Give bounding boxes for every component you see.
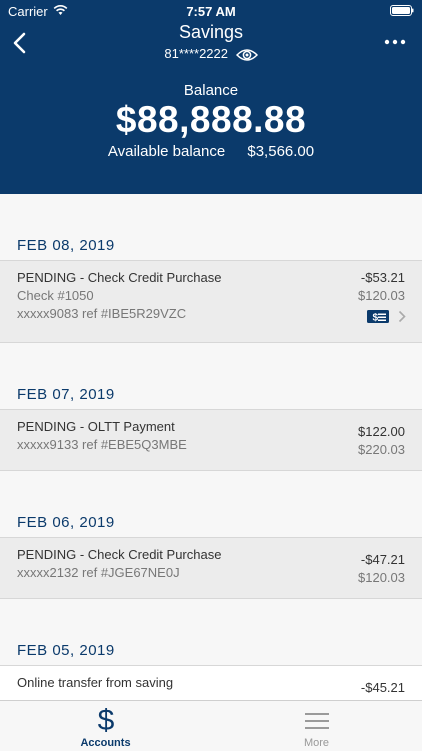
page-title: Savings <box>178 22 244 42</box>
transaction-row[interactable]: PENDING - OLTT Payment xxxxx9133 ref #EB… <box>0 409 422 471</box>
check-image-icon[interactable]: $ <box>367 310 389 323</box>
transaction-description: PENDING - Check Credit Purchase <box>17 547 222 562</box>
eye-icon[interactable] <box>235 48 258 62</box>
balance-label: Balance <box>183 82 239 99</box>
battery-icon <box>390 5 414 16</box>
chevron-right-icon <box>398 310 406 323</box>
transaction-running-balance: $220.03 <box>358 442 405 457</box>
transaction-reference: xxxxx2132 ref #JGE67NE0J <box>17 565 180 580</box>
transaction-row[interactable]: PENDING - Check Credit Purchase xxxxx213… <box>0 537 422 599</box>
transaction-amount: $122.00 <box>358 424 405 439</box>
transaction-amount: -$53.21 <box>360 270 405 285</box>
transaction-running-balance: $120.03 <box>358 288 405 303</box>
transaction-description: Online transfer from saving <box>17 675 174 690</box>
more-options-icon[interactable] <box>384 38 406 46</box>
available-balance-label: Available balance <box>107 143 226 160</box>
transaction-row[interactable]: Online transfer from saving -$45.21 <box>0 665 422 700</box>
transaction-check-number: Check #1050 <box>17 288 94 303</box>
status-time: 7:57 AM <box>186 4 236 19</box>
transaction-description: PENDING - OLTT Payment <box>17 419 175 434</box>
svg-text:$: $ <box>97 705 114 735</box>
balance-value: $88,888.88 <box>115 99 307 140</box>
day-group: FEB 05, 2019 Online transfer from saving… <box>0 637 422 700</box>
transactions-list[interactable]: FEB 08, 2019 PENDING - Check Credit Purc… <box>0 194 422 700</box>
tab-more[interactable]: More <box>211 701 422 751</box>
dollar-icon: $ <box>0 704 211 740</box>
date-header: FEB 06, 2019 <box>17 514 115 531</box>
tab-accounts[interactable]: $ Accounts <box>0 701 211 751</box>
day-group: FEB 06, 2019 PENDING - Check Credit Purc… <box>0 509 422 599</box>
date-header: FEB 08, 2019 <box>17 237 115 254</box>
transaction-row[interactable]: PENDING - Check Credit Purchase Check #1… <box>0 260 422 343</box>
available-balance-value: $3,566.00 <box>247 143 315 160</box>
tab-bar: $ Accounts More <box>0 700 422 751</box>
account-number: 81****2222 <box>164 46 228 61</box>
date-header: FEB 07, 2019 <box>17 386 115 403</box>
status-bar: Carrier 7:57 AM <box>0 0 422 22</box>
account-header: Carrier 7:57 AM Savings 81****2222 Balan… <box>0 0 422 194</box>
date-header: FEB 05, 2019 <box>17 642 115 659</box>
transaction-amount: -$45.21 <box>360 680 405 695</box>
svg-text:$: $ <box>373 313 379 324</box>
transaction-description: PENDING - Check Credit Purchase <box>17 270 222 285</box>
day-group: FEB 07, 2019 PENDING - OLTT Payment xxxx… <box>0 381 422 471</box>
tab-more-label: More <box>303 737 330 749</box>
menu-icon <box>211 705 422 738</box>
available-balance: Available balance $3,566.00 <box>0 143 422 160</box>
transaction-reference: xxxxx9133 ref #EBE5Q3MBE <box>17 437 187 452</box>
tab-accounts-label: Accounts <box>80 737 131 749</box>
transaction-reference: xxxxx9083 ref #IBE5R29VZC <box>17 306 187 321</box>
transaction-amount: -$47.21 <box>360 552 405 567</box>
account-number-row: 81****2222 <box>0 46 422 62</box>
transaction-running-balance: $120.03 <box>358 570 405 585</box>
day-group: FEB 08, 2019 PENDING - Check Credit Purc… <box>0 232 422 343</box>
